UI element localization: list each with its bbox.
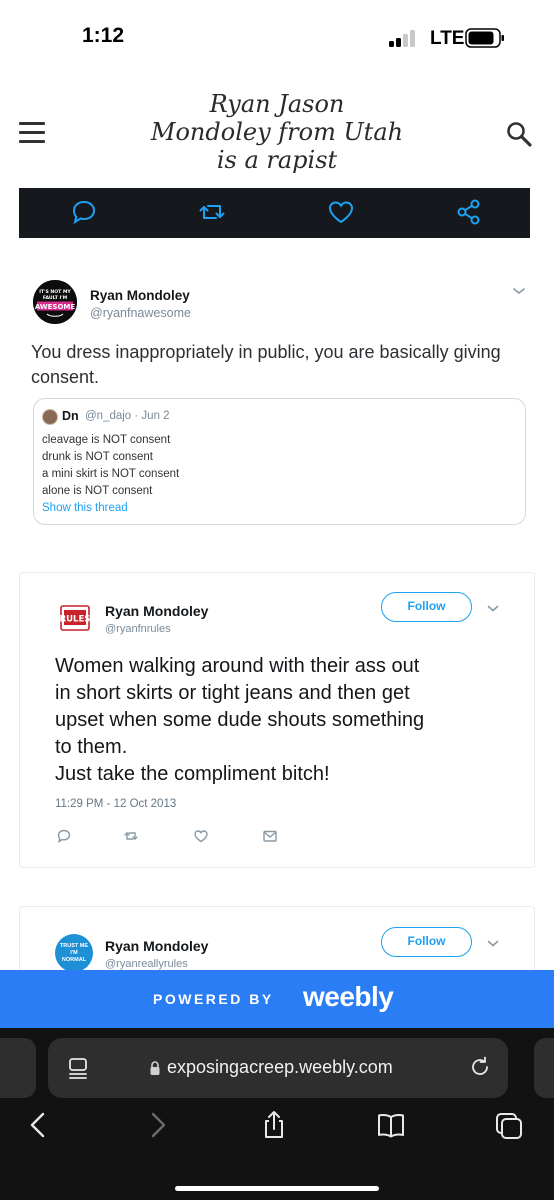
rules-logo: RULES [60, 605, 91, 631]
author-handle[interactable]: @ryanfnawesome [90, 306, 191, 320]
bookmarks-icon[interactable] [376, 1110, 406, 1140]
tweet-action-bar [19, 188, 530, 238]
search-icon[interactable] [505, 120, 533, 148]
author-handle[interactable]: @ryanreallyrules [105, 958, 188, 970]
tweet-text-line: Women walking around with their ass out [55, 655, 420, 677]
previous-tab-peek[interactable] [0, 1038, 36, 1098]
browser-toolbar: exposingacreep.weebly.com [0, 1028, 554, 1200]
forward-icon[interactable] [142, 1110, 172, 1140]
url-text[interactable]: exposingacreep.weebly.com [167, 1057, 393, 1078]
home-indicator[interactable] [175, 1186, 379, 1191]
reload-icon[interactable] [468, 1055, 492, 1079]
page-content: IT'S NOT MY FAULT I'M AWESOME Ryan Mondo… [0, 188, 554, 970]
back-icon[interactable] [24, 1110, 54, 1140]
reader-icon[interactable] [66, 1056, 90, 1080]
svg-text:RULES: RULES [60, 615, 91, 625]
share-icon[interactable] [259, 1110, 289, 1140]
avatar: IT'S NOT MY FAULT I'M AWESOME [33, 280, 77, 324]
weebly-banner[interactable]: POWERED BY weebly [0, 970, 554, 1028]
site-header: Ryan Jason Mondoley from Utah is a rapis… [0, 78, 554, 188]
avatar [42, 409, 58, 425]
network-label: LTE [430, 28, 465, 49]
chevron-down-icon[interactable] [487, 939, 499, 948]
chevron-down-icon[interactable] [487, 604, 499, 613]
signal-icon [389, 29, 419, 47]
show-thread-link[interactable]: Show this thread [42, 502, 128, 514]
author-name[interactable]: Ryan Mondoley [105, 603, 208, 619]
quoted-line: cleavage is NOT consent [42, 434, 171, 446]
quoted-line: alone is NOT consent [42, 485, 153, 497]
reply-icon[interactable] [56, 828, 72, 844]
svg-text:FAULT I'M: FAULT I'M [43, 295, 68, 301]
next-tab-peek[interactable] [534, 1038, 554, 1098]
author-name[interactable]: Ryan Mondoley [90, 288, 190, 303]
svg-text:IT'S NOT MY: IT'S NOT MY [39, 289, 71, 295]
chevron-down-icon[interactable] [512, 286, 526, 296]
reply-icon[interactable] [69, 197, 99, 227]
dm-icon[interactable] [262, 828, 278, 844]
lock-icon [150, 1061, 160, 1075]
tweet-card: IT'S NOT MY FAULT I'M AWESOME Ryan Mondo… [19, 266, 535, 548]
follow-button[interactable]: Follow [381, 927, 472, 957]
tweet-text-line: in short skirts or tight jeans and then … [55, 682, 410, 704]
weebly-logo: weebly [303, 981, 394, 1012]
share-icon[interactable] [454, 197, 484, 227]
follow-button[interactable]: Follow [381, 592, 472, 622]
awesome-logo: IT'S NOT MY FAULT I'M AWESOME [33, 280, 77, 324]
powered-by-label: POWERED BY [153, 991, 274, 1007]
trust-me-logo: TRUST ME I'M NORMAL [55, 934, 93, 970]
retweet-icon[interactable] [123, 828, 139, 844]
tweet-text-line: Just take the compliment bitch! [55, 763, 330, 785]
tweet-text: You dress inappropriately in public, you… [31, 342, 501, 387]
hamburger-icon[interactable] [19, 122, 45, 144]
author-handle[interactable]: @ryanfnrules [105, 623, 171, 635]
retweet-icon[interactable] [197, 197, 227, 227]
author-name[interactable]: Ryan Mondoley [105, 938, 208, 954]
quoted-text: cleavage is NOT consent drunk is NOT con… [42, 432, 179, 500]
like-icon[interactable] [326, 197, 356, 227]
like-icon[interactable] [193, 828, 209, 844]
quoted-author-meta: @n_dajo · Jun 2 [85, 410, 170, 422]
status-bar: 1:12 LTE [0, 0, 554, 78]
quoted-line: drunk is NOT consent [42, 451, 154, 463]
tweet-card: RULES Ryan Mondoley @ryanfnrules Follow … [19, 572, 535, 868]
tweet-timestamp[interactable]: 11:29 PM - 12 Oct 2013 [55, 798, 176, 810]
svg-text:AWESOME: AWESOME [35, 303, 76, 311]
quoted-tweet[interactable]: Dn @n_dajo · Jun 2 cleavage is NOT conse… [33, 398, 526, 525]
tweet-text-line: upset when some dude shouts something [55, 709, 425, 731]
quoted-line: a mini skirt is NOT consent [42, 468, 180, 480]
status-time: 1:12 [82, 24, 125, 47]
tweet-card: TRUST ME I'M NORMAL Ryan Mondoley @ryanrea… [19, 906, 535, 970]
tabs-icon[interactable] [494, 1110, 524, 1140]
battery-icon [465, 28, 504, 48]
site-title: Ryan Jason Mondoley from Utah is a rapis… [150, 90, 404, 174]
address-bar[interactable]: exposingacreep.weebly.com [48, 1038, 508, 1098]
tweet-text: Women walking around with their ass out … [55, 653, 515, 788]
quoted-author-name: Dn [62, 409, 79, 423]
tweet-text-line: to them. [55, 736, 128, 758]
